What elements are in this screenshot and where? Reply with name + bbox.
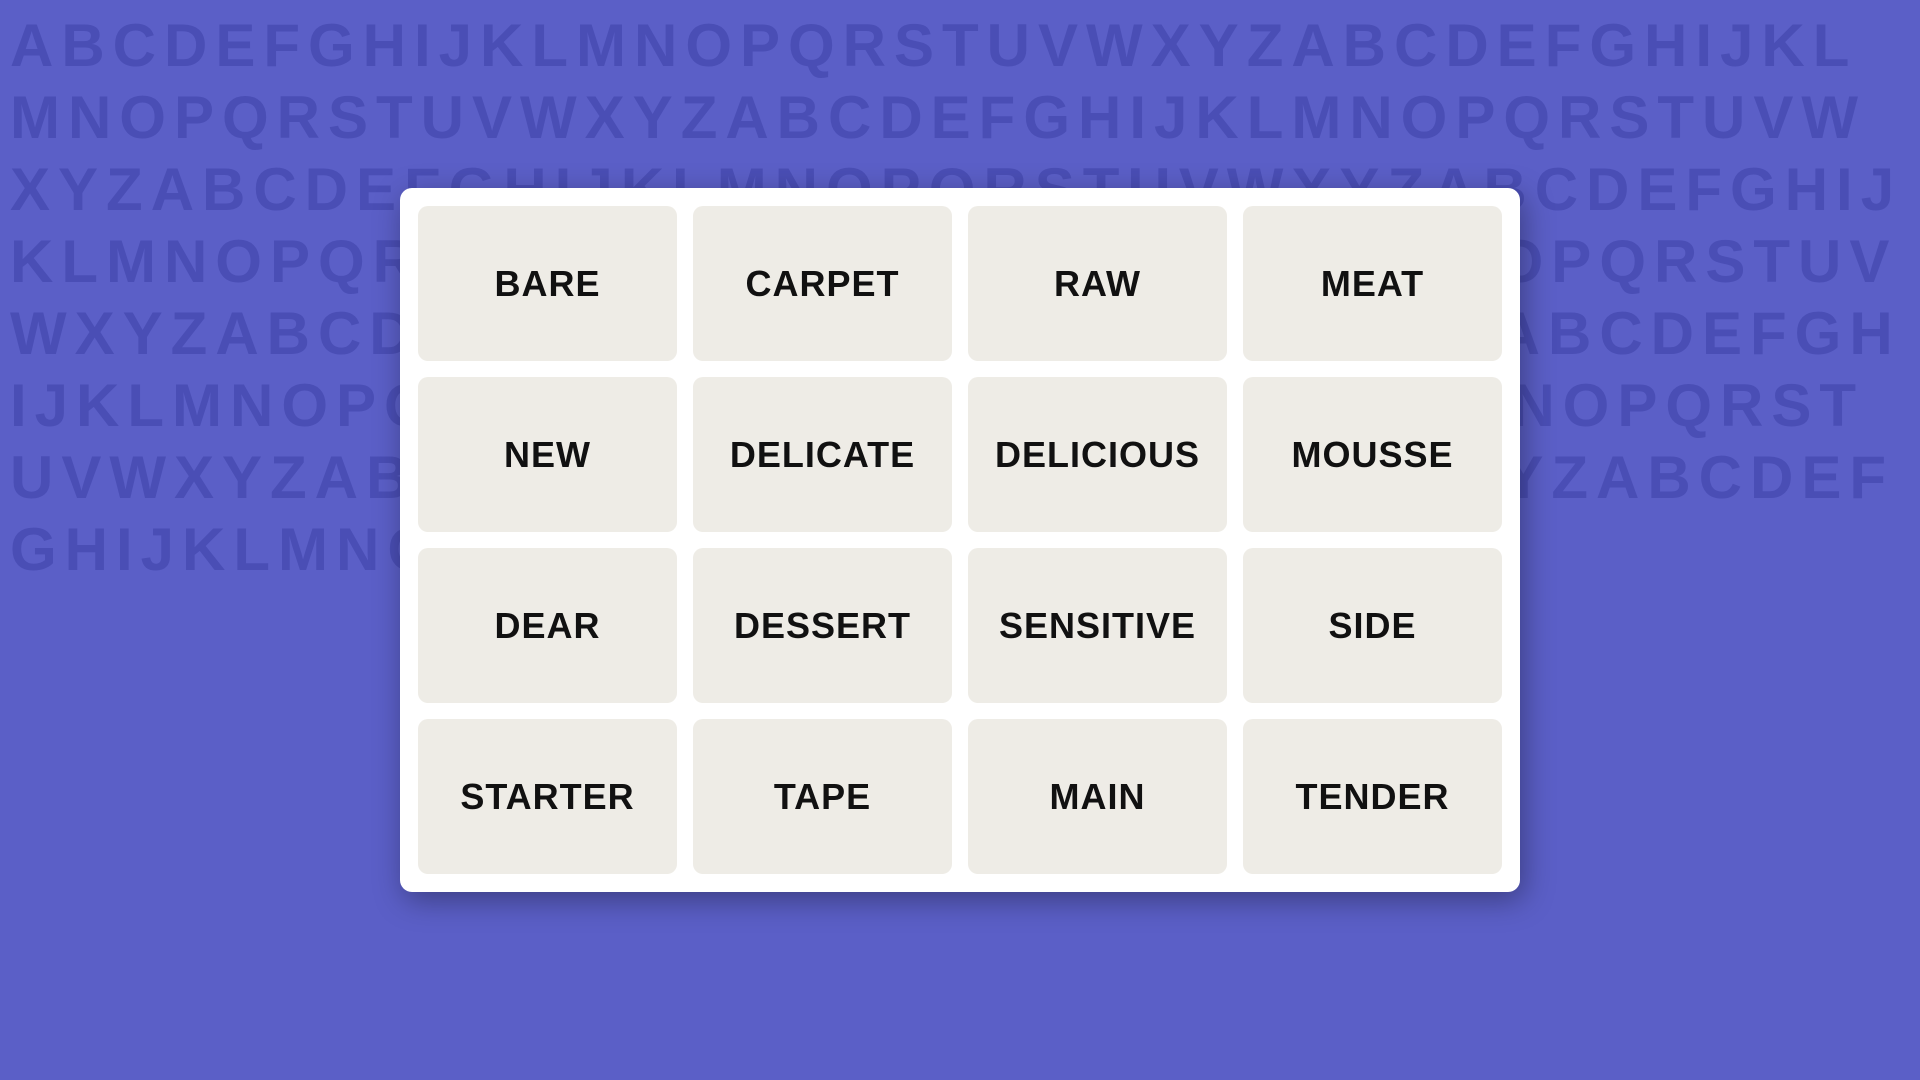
word-label: BARE: [494, 263, 600, 305]
word-label: TENDER: [1295, 776, 1449, 818]
word-label: MOUSSE: [1291, 434, 1453, 476]
word-card-delicate[interactable]: DELICATE: [693, 377, 952, 532]
word-label: MEAT: [1321, 263, 1424, 305]
word-label: DESSERT: [734, 605, 911, 647]
word-label: STARTER: [460, 776, 634, 818]
word-grid: BARE CARPET RAW MEAT NEW DELICATE DELICIOUS MOU…: [418, 206, 1502, 874]
card-panel: BARE CARPET RAW MEAT NEW DELICATE DELICIOUS MOU…: [400, 188, 1520, 892]
word-card-dessert[interactable]: DESSERT: [693, 548, 952, 703]
word-label: SIDE: [1328, 605, 1416, 647]
word-label: DELICIOUS: [995, 434, 1200, 476]
word-label: TAPE: [774, 776, 871, 818]
word-card-new[interactable]: NEW: [418, 377, 677, 532]
word-card-delicious[interactable]: DELICIOUS: [968, 377, 1227, 532]
word-card-tape[interactable]: TAPE: [693, 719, 952, 874]
word-card-sensitive[interactable]: SENSITIVE: [968, 548, 1227, 703]
word-card-tender[interactable]: TENDER: [1243, 719, 1502, 874]
word-label: CARPET: [745, 263, 899, 305]
word-card-mousse[interactable]: MOUSSE: [1243, 377, 1502, 532]
word-label: MAIN: [1050, 776, 1146, 818]
word-card-carpet[interactable]: CARPET: [693, 206, 952, 361]
word-card-bare[interactable]: BARE: [418, 206, 677, 361]
word-label: DELICATE: [730, 434, 915, 476]
word-label: SENSITIVE: [999, 605, 1196, 647]
word-card-dear[interactable]: DEAR: [418, 548, 677, 703]
word-label: RAW: [1054, 263, 1141, 305]
word-card-raw[interactable]: RAW: [968, 206, 1227, 361]
word-card-starter[interactable]: STARTER: [418, 719, 677, 874]
word-card-side[interactable]: SIDE: [1243, 548, 1502, 703]
word-card-meat[interactable]: MEAT: [1243, 206, 1502, 361]
word-card-main[interactable]: MAIN: [968, 719, 1227, 874]
word-label: DEAR: [494, 605, 600, 647]
word-label: NEW: [504, 434, 591, 476]
